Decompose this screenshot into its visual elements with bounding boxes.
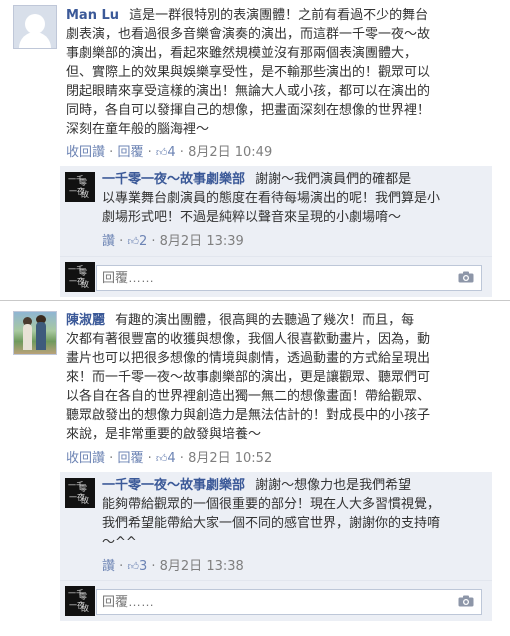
reply-author[interactable]: 一千零一夜～故事劇樂部	[102, 478, 245, 493]
comment-body: Man Lu 這是一群很特別的表演團體！之前有看過不少的舞台 劇表演，也看過很多…	[66, 6, 506, 139]
thumbs-up-icon[interactable]: 👍︎	[156, 144, 168, 162]
comment-line: 以各自在各自的世界裡創造出獨一無二的想像畫面！帶給觀眾、	[66, 389, 431, 404]
reply-line: 謝謝～我們演員們的確都是	[255, 172, 412, 187]
comment-line: 這是一群很特別的表演團體！之前有看過不少的舞台	[129, 8, 429, 23]
reply-author[interactable]: 一千零一夜～故事劇樂部	[102, 172, 245, 187]
timestamp[interactable]: 8月2日 10:52	[188, 451, 272, 466]
page-avatar: 一千零一夜故	[65, 262, 95, 292]
comment-actions: 收回讚 · 回覆 · 👍︎4 · 8月2日 10:49	[66, 144, 272, 162]
comment-line: 但、實際上的效果與娛樂享受性，是不輸那些演出的！觀眾可以	[66, 65, 431, 80]
comment-line: 畫片也可以把很多想像的情境與劇情，透過動畫的方式給呈現出	[66, 351, 431, 366]
page-avatar[interactable]: 一千零一夜故	[65, 172, 95, 202]
separator: ·	[109, 451, 114, 466]
reply-line: 以專業舞台劇演員的態度在看待每場演出的呢！我們算是小	[102, 191, 441, 206]
comment-actions: 收回讚 · 回覆 · 👍︎4 · 8月2日 10:52	[66, 450, 272, 468]
avatar[interactable]	[13, 311, 57, 355]
unlike-link[interactable]: 收回讚	[66, 451, 105, 466]
like-link[interactable]: 讚	[102, 559, 115, 574]
reply-line: 劇場形式吧！不過是純粹以聲音來呈現的小劇場唷～	[102, 210, 402, 225]
reply-line: ～^^	[102, 535, 137, 550]
reply-comment: 一千零一夜故 一千零一夜～故事劇樂部 謝謝～我們演員們的確都是 以專業舞台劇演員…	[60, 166, 492, 257]
reply-link[interactable]: 回覆	[117, 451, 143, 466]
reply-actions: 讚 · 👍︎3 · 8月2日 13:38	[102, 558, 244, 576]
comment-line: 聽眾啟發出的想像力與創造力是無法估計的！對成長中的小孩子	[66, 408, 431, 423]
like-count[interactable]: 4	[167, 451, 175, 466]
like-count[interactable]: 4	[167, 145, 175, 160]
camera-icon[interactable]	[458, 271, 474, 283]
unlike-link[interactable]: 收回讚	[66, 145, 105, 160]
reply-input-box[interactable]	[96, 265, 482, 291]
timestamp[interactable]: 8月2日 13:39	[160, 234, 244, 249]
separator: ·	[147, 145, 152, 160]
separator: ·	[179, 145, 184, 160]
reply-input-box[interactable]	[96, 589, 482, 615]
reply-input-row: 一千零一夜故	[60, 257, 492, 297]
comment-line: 事劇樂部的演出，看起來雖然規模並沒有那兩個表演團體大，	[66, 46, 418, 61]
page-avatar[interactable]: 一千零一夜故	[65, 478, 95, 508]
timestamp[interactable]: 8月2日 10:49	[188, 145, 272, 160]
separator: ·	[151, 234, 156, 249]
reply-body: 一千零一夜～故事劇樂部 謝謝～我們演員們的確都是 以專業舞台劇演員的態度在看待每…	[102, 170, 490, 227]
reply-line: 謝謝～想像力也是我們希望	[255, 478, 412, 493]
like-count[interactable]: 2	[139, 234, 147, 249]
reply-actions: 讚 · 👍︎2 · 8月2日 13:39	[102, 233, 244, 251]
comment-line: 來說，是非常重要的啟發與培養～	[66, 427, 262, 442]
comment-author[interactable]: Man Lu	[66, 8, 119, 23]
thumbs-up-icon[interactable]: 👍︎	[156, 450, 168, 468]
separator: ·	[109, 145, 114, 160]
comment-line: 來！而一千零一夜～故事劇樂部的演出，更是讓觀眾、聽眾們可	[66, 370, 431, 385]
comment-line: 同時，各自可以發揮自己的想像，把畫面深刻在想像的世界裡！	[66, 103, 431, 118]
reply-comment: 一千零一夜故 一千零一夜～故事劇樂部 謝謝～想像力也是我們希望 能夠帶給觀眾的一…	[60, 472, 492, 581]
reply-body: 一千零一夜～故事劇樂部 謝謝～想像力也是我們希望 能夠帶給觀眾的一個很重要的部分…	[102, 476, 490, 552]
like-count[interactable]: 3	[139, 559, 147, 574]
reply-input[interactable]	[97, 590, 442, 612]
separator: ·	[151, 559, 156, 574]
comment-line: 閉起眼睛來享受這樣的演出！無論大人或小孩，都可以在演出的	[66, 84, 431, 99]
comment-line: 有趣的演出團體，很高興的去聽過了幾次！而且，每	[115, 313, 415, 328]
reply-input[interactable]	[97, 266, 442, 288]
comment-body: 陳淑麗 有趣的演出團體，很高興的去聽過了幾次！而且，每 次都有著很豐富的收獲與想…	[66, 311, 506, 444]
camera-icon[interactable]	[458, 595, 474, 607]
comment-line: 次都有著很豐富的收獲與想像，我個人很喜歡動畫片，因為，動	[66, 332, 431, 347]
avatar[interactable]	[13, 5, 57, 49]
separator: ·	[147, 451, 152, 466]
like-link[interactable]: 讚	[102, 234, 115, 249]
thumbs-up-icon[interactable]: 👍︎	[127, 558, 139, 576]
comment-author[interactable]: 陳淑麗	[66, 313, 105, 328]
separator: ·	[119, 559, 124, 574]
comment-thread-2: 陳淑麗 有趣的演出團體，很高興的去聽過了幾次！而且，每 次都有著很豐富的收獲與想…	[0, 300, 510, 636]
reply-link[interactable]: 回覆	[117, 145, 143, 160]
separator: ·	[179, 451, 184, 466]
timestamp[interactable]: 8月2日 13:38	[160, 559, 244, 574]
page-avatar: 一千零一夜故	[65, 586, 95, 616]
comment-thread-1: Man Lu 這是一群很特別的表演團體！之前有看過不少的舞台 劇表演，也看過很多…	[0, 0, 510, 300]
reply-line: 我們希望能帶給大家一個不同的感官世界，謝謝你的支持唷	[102, 516, 441, 531]
separator: ·	[119, 234, 124, 249]
reply-input-row: 一千零一夜故	[60, 581, 492, 621]
comment-line: 劇表演，也看過很多音樂會演奏的演出，而這群一千零一夜～故	[66, 27, 431, 42]
thumbs-up-icon[interactable]: 👍︎	[127, 233, 139, 251]
reply-line: 能夠帶給觀眾的一個很重要的部分！現在人大多習慣視覺，	[102, 497, 441, 512]
comment-line: 深刻在童年般的腦海裡～	[66, 122, 210, 137]
